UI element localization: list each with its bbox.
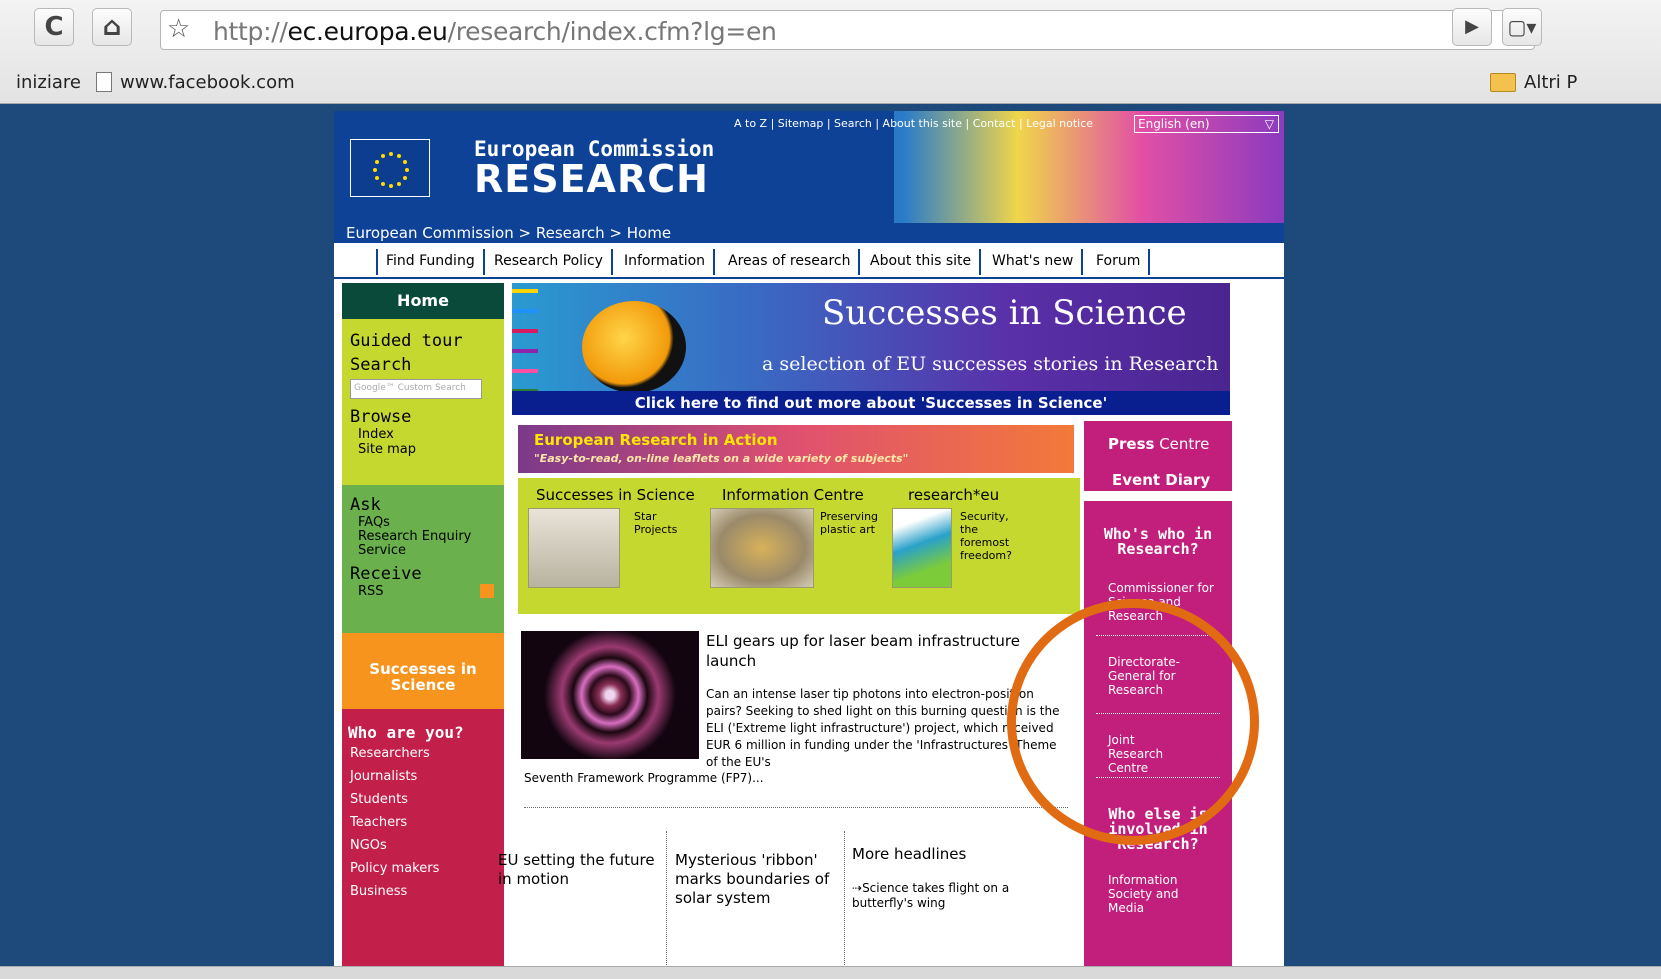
headline-eu-future[interactable]: EU setting the future in motion bbox=[498, 851, 666, 889]
tile-heading-research-eu[interactable]: research*eu bbox=[908, 486, 999, 504]
more-headlines[interactable]: More headlines bbox=[852, 845, 966, 864]
arrow-icon: ⇢ bbox=[852, 881, 863, 895]
faqs-link[interactable]: FAQs bbox=[350, 515, 496, 530]
banner-title: Successes in Science bbox=[822, 293, 1187, 333]
website: A to Z | Sitemap | Search | About this s… bbox=[334, 111, 1284, 979]
tile-heading-successes[interactable]: Successes in Science bbox=[536, 486, 695, 504]
research-in-action-banner[interactable]: European Research in Action "Easy-to-rea… bbox=[518, 425, 1074, 473]
page-menu-icon[interactable]: ▢▾ bbox=[1502, 8, 1542, 46]
banner-more-link[interactable]: Click here to find out more about 'Succe… bbox=[512, 391, 1230, 415]
nav-find-funding[interactable]: Find Funding bbox=[376, 249, 485, 275]
action-subtitle: "Easy-to-read, on-line leaflets on a wid… bbox=[534, 452, 909, 465]
highlight-circle bbox=[1007, 599, 1259, 845]
divider bbox=[666, 831, 667, 979]
headline-butterfly[interactable]: ⇢Science takes flight on a butterfly's w… bbox=[852, 881, 1012, 911]
ask-heading: Ask bbox=[350, 495, 381, 515]
eu-flag-logo bbox=[350, 139, 430, 197]
reload-icon[interactable]: C bbox=[34, 8, 74, 46]
site-map-link[interactable]: Site map bbox=[350, 442, 496, 457]
home-link[interactable]: Home bbox=[342, 283, 504, 319]
nav-forum[interactable]: Forum bbox=[1088, 249, 1151, 275]
nav-areas-of-research[interactable]: Areas of research bbox=[720, 249, 861, 275]
event-diary-link[interactable]: Event Diary bbox=[1112, 471, 1210, 489]
guided-tour-link[interactable]: Guided tour bbox=[350, 331, 496, 351]
status-bar bbox=[0, 966, 1661, 979]
home-icon[interactable]: ⌂ bbox=[92, 8, 132, 46]
plastic-art-image[interactable] bbox=[710, 508, 814, 588]
tile-text-security[interactable]: Security, the foremost freedom? bbox=[960, 510, 1020, 562]
index-link[interactable]: Index bbox=[350, 427, 496, 442]
nav-about-this-site[interactable]: About this site bbox=[862, 249, 982, 275]
audience-business[interactable]: Business bbox=[348, 884, 498, 899]
nav-information[interactable]: Information bbox=[616, 249, 716, 275]
audience-students[interactable]: Students bbox=[348, 792, 498, 807]
audience-researchers[interactable]: Researchers bbox=[348, 746, 498, 761]
action-title: European Research in Action bbox=[534, 431, 778, 449]
left-sidebar: Home Guided tour Search Google™ Custom S… bbox=[342, 283, 504, 979]
whos-who-heading: Who's who in Research? bbox=[1103, 525, 1213, 558]
url-text[interactable]: http://ec.europa.eu/research/index.cfm?l… bbox=[213, 17, 777, 46]
nav-research-policy[interactable]: Research Policy bbox=[486, 249, 613, 275]
sun-image bbox=[582, 301, 686, 393]
top-navigation: Find Funding Research Policy Information… bbox=[334, 243, 1284, 279]
who-are-you-heading: Who are you? bbox=[348, 723, 464, 742]
press-block: Press Centre Event Diary bbox=[1084, 421, 1232, 491]
audience-journalists[interactable]: Journalists bbox=[348, 769, 498, 784]
search-heading: Search bbox=[350, 355, 412, 375]
address-bar[interactable]: ☆ http://ec.europa.eu/research/index.cfm… bbox=[160, 10, 1535, 50]
star-icon[interactable]: ☆ bbox=[167, 14, 190, 44]
receive-heading: Receive bbox=[350, 564, 422, 584]
site-title: RESEARCH bbox=[474, 157, 709, 201]
browse-heading: Browse bbox=[350, 407, 412, 427]
enquiry-link[interactable]: Research Enquiry Service bbox=[350, 530, 496, 558]
rss-link[interactable]: RSS bbox=[350, 584, 496, 599]
banner-subtitle: a selection of EU successes stories in R… bbox=[762, 353, 1219, 375]
feature-tiles: Successes in Science Information Centre … bbox=[518, 478, 1080, 614]
tile-heading-information-centre[interactable]: Information Centre bbox=[722, 486, 864, 504]
news-body-end: Seventh Framework Programme (FP7)... bbox=[524, 771, 764, 785]
bookmark-altri[interactable]: Altri P bbox=[1490, 72, 1577, 93]
breadcrumb[interactable]: European Commission > Research > Home bbox=[334, 223, 1284, 243]
audience-ngos[interactable]: NGOs bbox=[348, 838, 498, 853]
divider bbox=[844, 831, 845, 979]
divider bbox=[524, 807, 1068, 808]
audience-policy-makers[interactable]: Policy makers bbox=[348, 861, 498, 876]
tile-text-plastic-art[interactable]: Preserving plastic art bbox=[820, 510, 882, 536]
audience-teachers[interactable]: Teachers bbox=[348, 815, 498, 830]
play-icon[interactable]: ▶ bbox=[1452, 8, 1492, 46]
site-header: A to Z | Sitemap | Search | About this s… bbox=[334, 111, 1284, 223]
tile-text-star-projects[interactable]: Star Projects bbox=[634, 510, 684, 536]
bookmark-facebook[interactable]: www.facebook.com bbox=[96, 72, 295, 93]
link-info-society[interactable]: Information Society and Media bbox=[1108, 873, 1192, 915]
nav-whats-new[interactable]: What's new bbox=[984, 249, 1084, 275]
chevron-down-icon: ▽ bbox=[1264, 117, 1274, 131]
page-icon bbox=[96, 72, 112, 92]
bookmark-iniziare[interactable]: iniziare bbox=[16, 72, 81, 93]
successes-in-science-link[interactable]: Successes in Science bbox=[342, 633, 504, 709]
news-headline[interactable]: ELI gears up for laser beam infrastructu… bbox=[706, 631, 1056, 671]
search-input[interactable]: Google™ Custom Search bbox=[350, 379, 482, 399]
star-projects-image[interactable] bbox=[528, 508, 620, 588]
folder-icon bbox=[1490, 73, 1516, 92]
browser-chrome: C ⌂ ☆ http://ec.europa.eu/research/index… bbox=[0, 0, 1661, 104]
laser-beam-image[interactable] bbox=[521, 631, 699, 759]
rss-icon[interactable] bbox=[480, 584, 494, 598]
language-select[interactable]: English (en) ▽ bbox=[1134, 115, 1279, 133]
press-centre-link[interactable]: Press Centre bbox=[1108, 435, 1209, 453]
research-eu-magazine-image[interactable] bbox=[892, 508, 952, 588]
headline-ribbon[interactable]: Mysterious 'ribbon' marks boundaries of … bbox=[675, 851, 841, 908]
utility-links[interactable]: A to Z | Sitemap | Search | About this s… bbox=[734, 117, 1093, 130]
